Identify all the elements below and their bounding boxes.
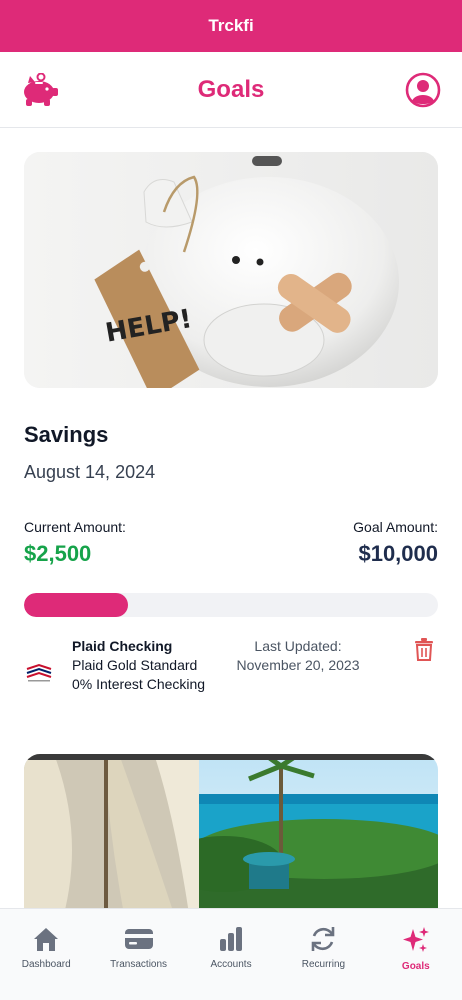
bar-chart-icon [220, 927, 243, 951]
app-title: Trckfi [208, 16, 254, 35]
goal-image-2 [24, 754, 438, 908]
tab-label-transactions: Transactions [110, 959, 168, 970]
sparkles-icon [402, 927, 429, 952]
account-description: Plaid Gold Standard 0% Interest Checking [72, 657, 206, 692]
goal-progress-bar [24, 593, 438, 617]
goal-image: HELP! [24, 152, 438, 388]
last-updated-date: November 20, 2023 [236, 657, 360, 673]
goal-amounts: Current Amount: $2,500 Goal Amount: $10,… [24, 519, 438, 567]
goal-amount-label: Goal Amount: [353, 519, 438, 535]
tab-goals[interactable]: Goals [370, 909, 462, 1000]
goal-date: August 14, 2024 [24, 462, 156, 482]
tab-label-recurring: Recurring [301, 959, 346, 970]
last-updated-label: Last Updated: [254, 638, 342, 654]
page-header: Goals [0, 52, 462, 128]
home-icon [34, 928, 59, 951]
goal-progress-fill [24, 593, 128, 617]
account-info: Plaid Checking Plaid Gold Standard 0% In… [72, 637, 212, 694]
bank-logo-icon [24, 663, 54, 683]
delete-goal-button[interactable] [410, 637, 438, 665]
linked-account: Plaid Checking Plaid Gold Standard 0% In… [24, 637, 438, 694]
tab-label-dashboard: Dashboard [21, 959, 71, 970]
refresh-icon [312, 927, 335, 951]
current-amount-value: $2,500 [24, 541, 92, 566]
last-updated: Last Updated: November 20, 2023 [218, 637, 378, 694]
account-name: Plaid Checking [72, 638, 173, 654]
app-title-bar: Trckfi [0, 0, 462, 52]
tab-label-accounts: Accounts [210, 959, 252, 970]
user-avatar-icon[interactable] [402, 69, 444, 111]
piggy-bank-icon[interactable] [18, 69, 60, 111]
bottom-tab-bar: Dashboard Transactions Accounts Recurrin… [0, 908, 462, 1000]
tab-accounts[interactable]: Accounts [185, 909, 277, 1000]
tab-dashboard[interactable]: Dashboard [0, 909, 92, 1000]
trash-icon [415, 638, 433, 661]
goal-amount-block: Goal Amount: $10,000 [353, 519, 438, 567]
goals-list[interactable]: HELP! Savings August 14, 2024 Current Am… [0, 128, 462, 908]
tab-label-goals: Goals [401, 961, 430, 972]
credit-card-icon [124, 929, 153, 949]
current-amount-label: Current Amount: [24, 519, 126, 535]
current-amount-block: Current Amount: $2,500 [24, 519, 126, 567]
tab-recurring[interactable]: Recurring [277, 909, 369, 1000]
page-title: Goals [197, 75, 265, 103]
goal-name: Savings [24, 422, 109, 447]
tab-transactions[interactable]: Transactions [92, 909, 184, 1000]
goal-amount-value: $10,000 [358, 541, 438, 566]
